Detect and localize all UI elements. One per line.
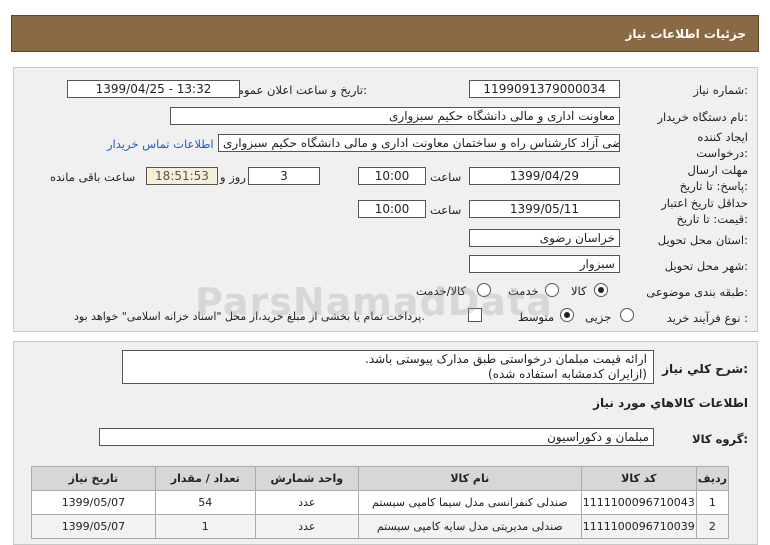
page-header: جزئیات اطلاعات نیاز xyxy=(11,15,759,52)
item-need-date: 1399/05/07 xyxy=(31,490,156,515)
row-number: 2 xyxy=(695,514,730,539)
countdown-timer: 18:51:53 xyxy=(146,167,218,185)
validity-date-field: 1399/05/11 xyxy=(469,200,620,218)
col-quantity: تعداد / مقدار xyxy=(154,466,256,491)
process-medium-label: متوسط xyxy=(518,310,555,324)
deadline-date-field: 1399/04/29 xyxy=(469,167,620,185)
item-name: صندلی مدیریتی مدل سایه کامپی سیستم xyxy=(357,514,582,539)
col-row-number: ردیف xyxy=(695,466,730,491)
table-row: 1 1111100096710043 صندلی کنفرانسی مدل سی… xyxy=(31,490,730,515)
process-label: نوع فرآیند خرید : xyxy=(666,311,748,325)
description-line-1: ارائه قیمت مبلمان درخواستی طبق مدارک پیو… xyxy=(365,352,647,366)
deadline-label: مهلت ارسال پاسخ: تا تاریخ: xyxy=(679,163,748,193)
process-minor-label: جزیی xyxy=(585,310,612,324)
col-item-name: نام کالا xyxy=(357,466,582,491)
treasury-checkbox[interactable] xyxy=(468,308,482,322)
goods-title: اطلاعات كالاهاي مورد نياز xyxy=(593,396,748,410)
buyer-org-field: معاونت اداری و مالی دانشگاه حکیم سبزواری xyxy=(170,107,620,125)
description-line-2: (ازایران کدمشابه استفاده شده) xyxy=(488,367,647,381)
deadline-time-label: ساعت xyxy=(430,170,462,184)
goods-table: ردیف کد کالا نام کالا واحد شمارش تعداد /… xyxy=(31,466,730,539)
city-field: سبزوار xyxy=(469,255,620,273)
city-label: شهر محل تحویل: xyxy=(664,259,748,273)
announce-label: تاریخ و ساعت اعلان عمومی: xyxy=(228,83,367,97)
category-goods-radio[interactable] xyxy=(594,283,608,297)
category-service-radio[interactable] xyxy=(545,283,559,297)
item-need-date: 1399/05/07 xyxy=(31,514,156,539)
row-number: 1 xyxy=(695,490,730,515)
goods-group-field: مبلمان و دکوراسیون xyxy=(99,428,654,446)
table-header-row: ردیف کد کالا نام کالا واحد شمارش تعداد /… xyxy=(31,466,730,491)
need-number-label: شماره نیاز: xyxy=(693,83,748,97)
need-number-field: 1199091379000034 xyxy=(469,80,620,98)
item-unit: عدد xyxy=(254,514,359,539)
days-remaining-field: 3 xyxy=(248,167,320,185)
process-minor-radio[interactable] xyxy=(620,308,634,322)
col-unit: واحد شمارش xyxy=(254,466,359,491)
creator-field: مرتضی آزاد کارشناس راه و ساختمان معاونت … xyxy=(218,134,620,152)
process-medium-radio[interactable] xyxy=(560,308,574,322)
item-code: 1111100096710039 xyxy=(580,514,697,539)
item-unit: عدد xyxy=(254,490,359,515)
item-quantity: 54 xyxy=(154,490,256,515)
col-item-code: کد کالا xyxy=(580,466,697,491)
category-both-label: کالا/خدمت xyxy=(416,284,467,298)
item-quantity: 1 xyxy=(154,514,256,539)
buyer-org-label: نام دستگاه خریدار: xyxy=(657,110,748,124)
province-field: خراسان رضوی xyxy=(469,229,620,247)
province-label: استان محل تحویل: xyxy=(657,233,748,247)
buyer-contact-link[interactable]: اطلاعات تماس خریدار xyxy=(107,137,214,151)
item-code: 1111100096710043 xyxy=(580,490,697,515)
goods-group-label: گروه کالا: xyxy=(692,432,748,446)
category-both-radio[interactable] xyxy=(477,283,491,297)
description-field: ارائه قیمت مبلمان درخواستی طبق مدارک پیو… xyxy=(122,350,654,384)
item-name: صندلی کنفرانسی مدل سیما کامپی سیستم xyxy=(357,490,582,515)
creator-label: ایجاد کننده درخواست: xyxy=(696,130,748,160)
table-row: 2 1111100096710039 صندلی مدیریتی مدل سای… xyxy=(31,514,730,539)
validity-time-label: ساعت xyxy=(430,203,462,217)
announce-field: 1399/04/25 - 13:32 xyxy=(67,80,240,98)
remaining-label: ساعت باقی مانده xyxy=(50,170,136,184)
validity-label: حداقل تاریخ اعتبار قیمت: تا تاریخ: xyxy=(661,196,748,226)
deadline-time-field: 10:00 xyxy=(358,167,426,185)
validity-time-field: 10:00 xyxy=(358,200,426,218)
category-service-label: خدمت xyxy=(508,284,539,298)
days-label: روز و xyxy=(220,170,246,184)
category-label: طبقه بندی موضوعی: xyxy=(646,285,748,299)
category-goods-label: کالا xyxy=(571,284,587,298)
treasury-note: پرداخت تمام یا بخشی از مبلغ خرید،از محل … xyxy=(74,310,425,323)
description-label: شرح كلي نياز: xyxy=(662,362,748,376)
col-need-date: تاریخ نیاز xyxy=(31,466,156,491)
